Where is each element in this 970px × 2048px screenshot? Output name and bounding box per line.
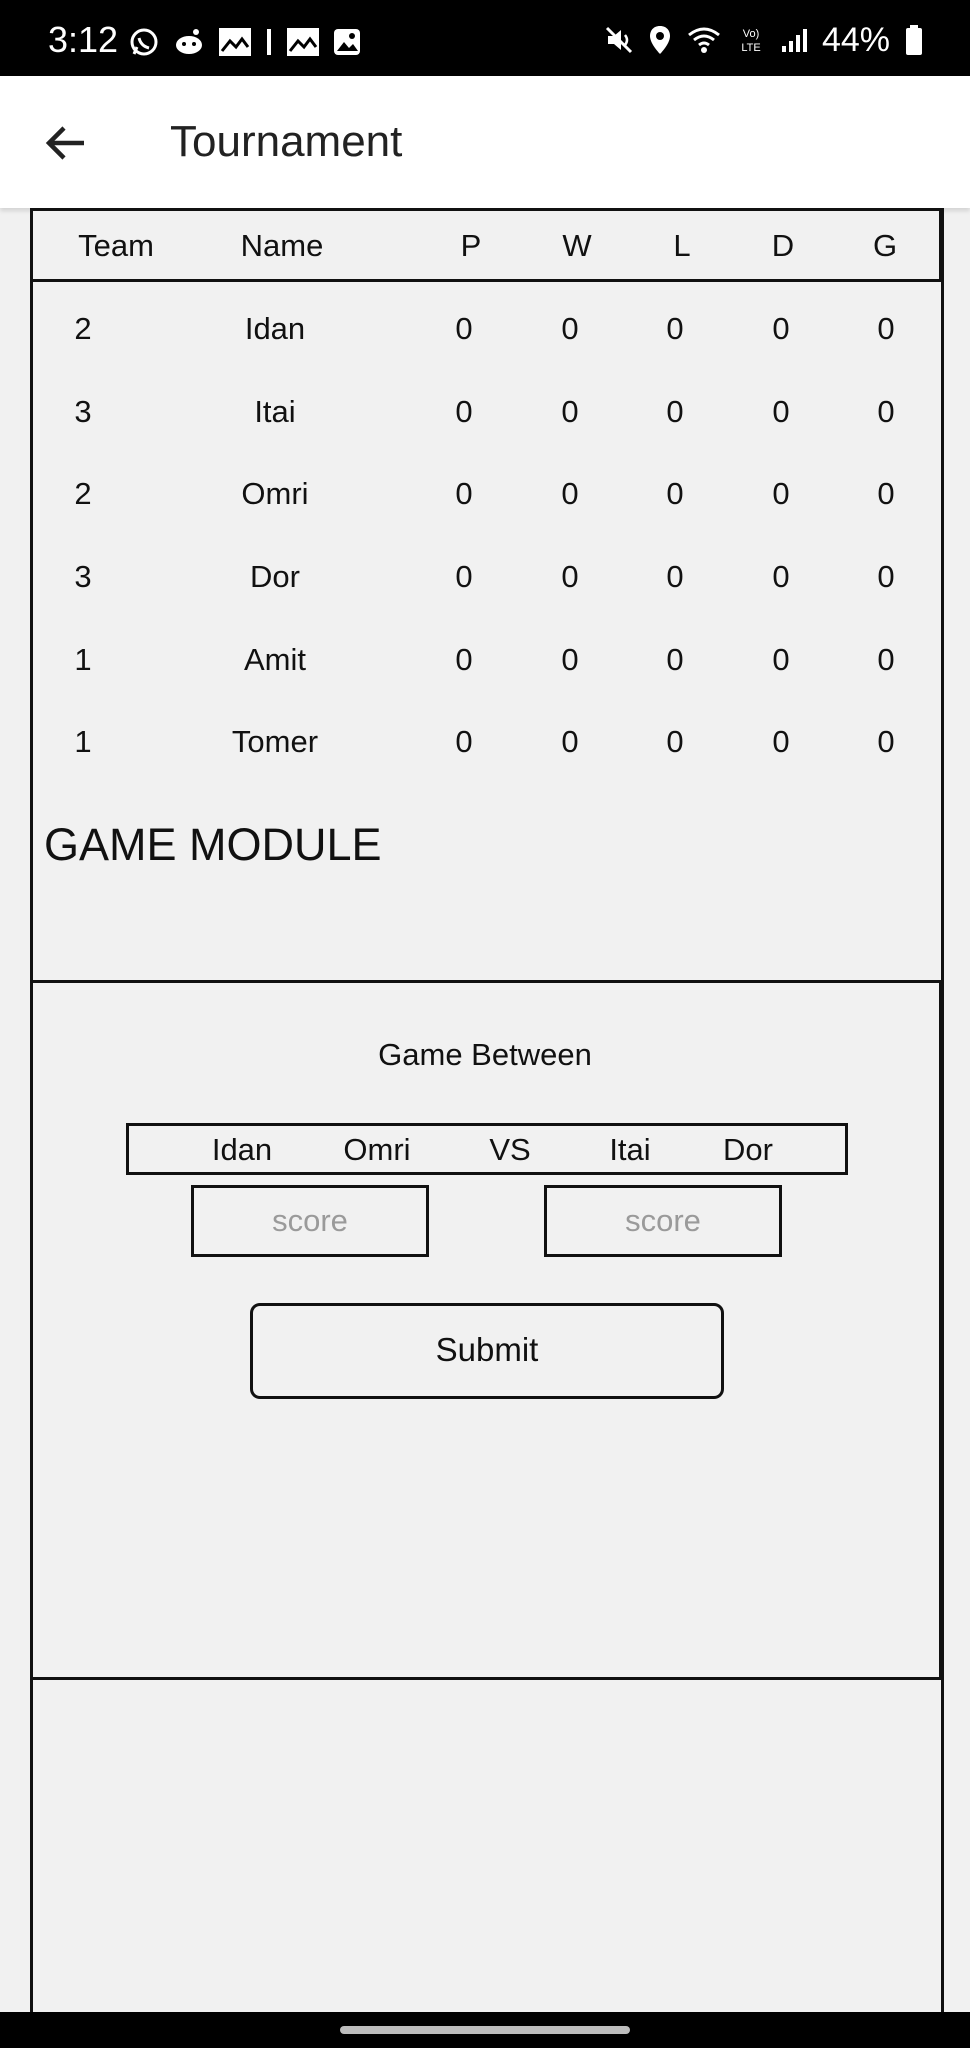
cell-draws: 0 <box>772 642 790 677</box>
cell-draws: 0 <box>772 394 790 429</box>
cell-wins: 0 <box>561 476 579 511</box>
battery-icon <box>906 25 922 55</box>
reddit-icon <box>176 29 202 54</box>
match-team-b-player-2: Dor <box>723 1132 773 1167</box>
table-row: 1 Amit 0 0 0 0 0 <box>0 631 970 691</box>
divider-icon <box>267 29 271 55</box>
table-row: 3 Itai 0 0 0 0 0 <box>0 383 970 443</box>
gallery-icon <box>219 28 251 56</box>
column-header-goals: G <box>872 228 898 263</box>
volte-icon: Vo) LTE <box>741 28 760 54</box>
cell-name: Tomer <box>231 724 319 759</box>
signal-icon <box>781 29 807 52</box>
cell-wins: 0 <box>561 394 579 429</box>
image-icon <box>334 29 360 55</box>
notification-icons <box>128 26 362 58</box>
cell-played: 0 <box>455 311 473 346</box>
column-header-wins: W <box>562 228 592 263</box>
whatsapp-icon <box>130 28 158 56</box>
column-header-team: Team <box>78 228 154 263</box>
cell-team: 2 <box>74 311 92 346</box>
back-button[interactable] <box>40 116 94 170</box>
cell-draws: 0 <box>772 476 790 511</box>
cell-team: 1 <box>74 724 92 759</box>
cell-played: 0 <box>455 642 473 677</box>
table-row: 3 Dor 0 0 0 0 0 <box>0 548 970 608</box>
cell-losses: 0 <box>666 724 684 759</box>
location-icon <box>649 26 670 54</box>
cell-losses: 0 <box>666 642 684 677</box>
match-vs-label: VS <box>489 1132 531 1167</box>
cell-name: Omri <box>241 476 309 511</box>
cell-losses: 0 <box>666 394 684 429</box>
cell-goals: 0 <box>877 394 895 429</box>
match-team-a-player-2: Omri <box>343 1132 411 1167</box>
cell-name: Itai <box>254 394 296 429</box>
svg-text:Vo): Vo) <box>743 28 760 40</box>
cell-losses: 0 <box>666 311 684 346</box>
cell-goals: 0 <box>877 724 895 759</box>
app-bar: Tournament <box>0 76 970 208</box>
cell-losses: 0 <box>666 559 684 594</box>
cell-wins: 0 <box>561 724 579 759</box>
cell-played: 0 <box>455 476 473 511</box>
table-row: 2 Idan 0 0 0 0 0 <box>0 300 970 360</box>
game-between-label: Game Between <box>378 1037 592 1072</box>
submit-label: Submit <box>435 1331 539 1368</box>
cell-played: 0 <box>455 559 473 594</box>
page-title: Tournament <box>170 117 403 166</box>
match-team-a-player-1: Idan <box>211 1132 273 1167</box>
cell-played: 0 <box>455 394 473 429</box>
cell-wins: 0 <box>561 559 579 594</box>
home-indicator[interactable] <box>340 2026 630 2034</box>
system-icons: Vo) LTE 44% <box>604 20 924 60</box>
cell-draws: 0 <box>772 311 790 346</box>
table-row: 1 Tomer 0 0 0 0 0 <box>0 713 970 773</box>
match-team-b-player-1: Itai <box>609 1132 651 1167</box>
cell-goals: 0 <box>877 642 895 677</box>
cell-wins: 0 <box>561 642 579 677</box>
arrow-left-icon <box>45 126 84 160</box>
score-input-team-a[interactable] <box>191 1185 429 1257</box>
battery-percent: 44% <box>821 21 890 59</box>
gallery-icon <box>287 28 319 56</box>
table-row: 2 Omri 0 0 0 0 0 <box>0 465 970 525</box>
column-header-played: P <box>460 228 482 263</box>
game-module-title: GAME MODULE <box>44 819 382 870</box>
status-bar: 3:12 Vo) LTE 44% <box>0 0 970 76</box>
status-time: 3:12 <box>48 19 119 60</box>
cell-team: 3 <box>74 559 92 594</box>
cell-draws: 0 <box>772 724 790 759</box>
score-input-team-b[interactable] <box>544 1185 782 1257</box>
cell-name: Amit <box>244 642 306 677</box>
cell-draws: 0 <box>772 559 790 594</box>
column-header-draws: D <box>771 228 795 263</box>
cell-name: Idan <box>244 311 306 346</box>
column-header-losses: L <box>673 228 691 263</box>
cell-goals: 0 <box>877 476 895 511</box>
mute-icon <box>605 26 632 54</box>
cell-team: 1 <box>74 642 92 677</box>
column-header-name: Name <box>240 228 324 263</box>
submit-button[interactable]: Submit <box>250 1303 724 1399</box>
cell-team: 3 <box>74 394 92 429</box>
wifi-icon <box>688 27 720 53</box>
cell-losses: 0 <box>666 476 684 511</box>
cell-wins: 0 <box>561 311 579 346</box>
cell-played: 0 <box>455 724 473 759</box>
cell-team: 2 <box>74 476 92 511</box>
svg-text:LTE: LTE <box>741 42 760 54</box>
cell-goals: 0 <box>877 311 895 346</box>
system-nav-bar <box>0 2012 970 2048</box>
cell-name: Dor <box>250 559 300 594</box>
table-header <box>30 208 942 282</box>
cell-goals: 0 <box>877 559 895 594</box>
